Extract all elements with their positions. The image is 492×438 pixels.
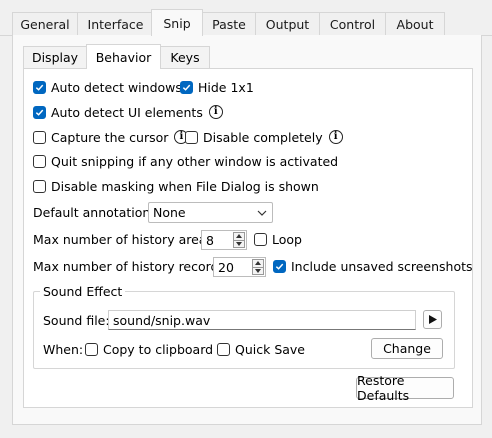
checkbox-label: Disable completely [203, 129, 323, 145]
sound-file-input[interactable]: sound/snip.wav [108, 310, 416, 330]
checkbox-label: Auto detect UI elements [51, 104, 203, 120]
checkbox-unchecked-icon [254, 232, 267, 246]
subtab-label: Display [31, 50, 79, 65]
checkbox-unchecked-icon [217, 342, 230, 356]
history-areas-spinbox[interactable]: 8 [201, 230, 247, 250]
checkbox-unchecked-icon [185, 130, 198, 144]
checkbox-label: Copy to clipboard [103, 341, 214, 357]
sound-file-label: Sound file: [43, 312, 110, 328]
checkbox-label: Include unsaved screenshots [291, 258, 473, 274]
checkbox-checked-icon [33, 80, 46, 94]
capture-cursor-checkbox[interactable]: Capture the cursor i [33, 129, 189, 145]
checkbox-checked-icon [33, 105, 46, 119]
spinbox-value: 8 [206, 232, 214, 248]
tab-general[interactable]: General [12, 12, 78, 36]
restore-defaults-button[interactable]: Restore Defaults [356, 373, 454, 403]
checkbox-unchecked-icon [85, 342, 98, 356]
checkbox-unchecked-icon [33, 154, 46, 168]
include-unsaved-checkbox[interactable]: Include unsaved screenshots [273, 258, 473, 274]
default-annotation-dropdown[interactable]: None [148, 202, 273, 223]
default-annotation-label: Default annotation: [33, 204, 155, 220]
checkbox-checked-icon [273, 259, 286, 273]
checkbox-label: Loop [272, 231, 302, 247]
tab-paste[interactable]: Paste [202, 12, 256, 36]
hide-1x1-checkbox[interactable]: Hide 1x1 [180, 79, 254, 95]
history-records-spinbox[interactable]: 20 [213, 257, 266, 277]
auto-detect-ui-checkbox[interactable]: Auto detect UI elements i [33, 104, 223, 120]
subtab-behavior[interactable]: Behavior [86, 44, 161, 69]
tab-label: Interface [87, 17, 144, 32]
history-areas-label: Max number of history areas: [33, 231, 218, 247]
play-sound-button[interactable] [423, 310, 442, 329]
tab-label: Snip [163, 15, 191, 31]
info-icon[interactable]: i [208, 105, 223, 119]
tab-snip[interactable]: Snip [151, 9, 203, 36]
tab-about[interactable]: About [385, 12, 445, 36]
spinbox-value: 20 [218, 259, 234, 275]
checkbox-label: Auto detect windows [51, 79, 182, 95]
spin-down-icon[interactable] [234, 239, 244, 248]
chevron-down-icon [257, 210, 267, 216]
checkbox-unchecked-icon [33, 179, 46, 193]
play-icon [428, 315, 437, 324]
when-label: When: [43, 341, 84, 357]
checkbox-label: Quick Save [235, 341, 306, 357]
quit-snipping-checkbox[interactable]: Quit snipping if any other window is act… [33, 153, 339, 169]
checkbox-label: Quit snipping if any other window is act… [51, 153, 339, 169]
subtab-keys[interactable]: Keys [160, 46, 210, 68]
quick-save-checkbox[interactable]: Quick Save [217, 341, 306, 357]
tab-interface[interactable]: Interface [77, 12, 154, 36]
checkbox-unchecked-icon [33, 130, 46, 144]
subtab-label: Keys [170, 50, 200, 65]
subtab-display[interactable]: Display [23, 46, 87, 68]
copy-to-clipboard-checkbox[interactable]: Copy to clipboard [85, 341, 214, 357]
tab-label: About [396, 17, 434, 32]
checkbox-label: Hide 1x1 [198, 79, 254, 95]
disable-masking-checkbox[interactable]: Disable masking when File Dialog is show… [33, 178, 319, 194]
tab-control[interactable]: Control [319, 12, 386, 36]
checkbox-checked-icon [180, 80, 193, 94]
dropdown-value: None [153, 205, 186, 220]
disable-completely-checkbox[interactable]: Disable completely i [185, 129, 343, 145]
checkbox-label: Capture the cursor [51, 129, 169, 145]
tab-label: Output [265, 17, 310, 32]
tab-label: Control [329, 17, 376, 32]
auto-detect-windows-checkbox[interactable]: Auto detect windows [33, 79, 182, 95]
input-value: sound/snip.wav [113, 312, 211, 328]
checkbox-label: Disable masking when File Dialog is show… [51, 178, 319, 194]
loop-checkbox[interactable]: Loop [254, 231, 302, 247]
tab-output[interactable]: Output [255, 12, 320, 36]
info-icon[interactable]: i [328, 130, 343, 144]
history-records-label: Max number of history records: [33, 258, 230, 274]
tab-label: Paste [212, 17, 246, 32]
subtab-label: Behavior [95, 49, 152, 65]
tab-label: General [20, 17, 70, 32]
spin-down-icon[interactable] [253, 266, 263, 275]
sound-effect-title: Sound Effect [40, 284, 126, 299]
change-button[interactable]: Change [371, 338, 443, 359]
